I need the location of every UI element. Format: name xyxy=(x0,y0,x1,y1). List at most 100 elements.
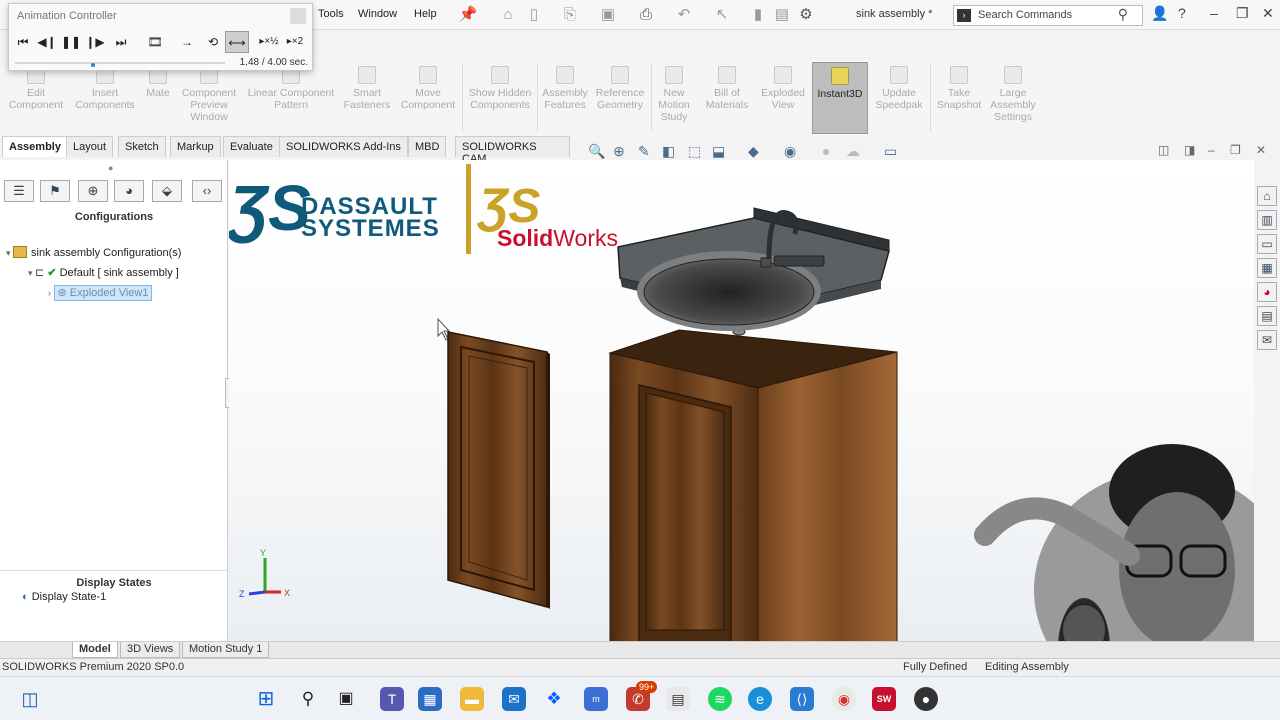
search-icon[interactable]: ⚲ xyxy=(1118,6,1128,23)
help-icon[interactable]: ? xyxy=(1178,5,1186,21)
search-commands-input[interactable]: › Search Commands ⚲ xyxy=(953,5,1143,26)
print-icon[interactable]: ⎙ xyxy=(636,5,656,25)
view-palette-icon[interactable]: ▦ xyxy=(1257,258,1277,278)
animation-timeline-slider[interactable] xyxy=(15,62,225,64)
save-animation-icon[interactable]: 🎞 xyxy=(143,31,167,53)
tree-default-config[interactable]: ▾ ⊏ ✔ Default [ sink assembly ] xyxy=(28,266,179,279)
recorder-icon[interactable]: ● xyxy=(914,687,938,711)
reference-geometry-button[interactable]: Reference Geometry xyxy=(592,66,648,111)
edit-appearance-icon[interactable]: ● xyxy=(822,143,830,159)
menu-help[interactable]: Help xyxy=(414,8,437,20)
viewport-minimize-icon[interactable]: – xyxy=(1208,143,1215,157)
cabinet-door[interactable] xyxy=(447,331,550,609)
rebuild-icon[interactable]: ▮ xyxy=(748,5,768,25)
take-snapshot-button[interactable]: Take Snapshot xyxy=(934,66,984,111)
feature-manager-tab-icon[interactable]: ☰ xyxy=(4,180,34,202)
display-state-item[interactable]: ◐ Display State-1 xyxy=(22,591,106,603)
document-app-icon[interactable]: ▤ xyxy=(666,687,690,711)
previous-view-icon[interactable]: ✎ xyxy=(638,143,650,160)
tab-mbd[interactable]: MBD xyxy=(408,136,447,157)
pin-icon[interactable]: 📌 xyxy=(458,5,478,25)
menu-window[interactable]: Window xyxy=(358,8,397,20)
graphics-area[interactable]: ƷS DASSAULT SYSTEMES ƷS SolidWorks Y X Z xyxy=(229,160,1254,643)
more-tabs-icon[interactable]: ‹› xyxy=(192,180,222,202)
dynamic-annotation-icon[interactable]: ⬚ xyxy=(688,143,701,160)
spotify-icon[interactable]: ≋ xyxy=(708,687,732,711)
menu-tools[interactable]: Tools xyxy=(318,8,344,20)
viewport-nav-right-icon[interactable]: ◨ xyxy=(1184,143,1195,157)
animation-timeline-knob[interactable] xyxy=(90,63,95,67)
view-orientation-icon[interactable]: ⬓ xyxy=(712,143,725,160)
tab-assembly[interactable]: Assembly xyxy=(2,136,68,157)
open-icon[interactable]: ⎘ xyxy=(560,5,580,25)
normal-playback-icon[interactable]: → xyxy=(175,31,199,53)
display-style-icon[interactable]: ◆ xyxy=(748,143,759,160)
search-taskbar-icon[interactable]: ⚲ xyxy=(296,687,320,711)
viewport-restore-icon[interactable]: ❐ xyxy=(1230,143,1241,157)
step-back-icon[interactable]: ◀❙ xyxy=(35,31,59,53)
chrome-icon[interactable]: ◉ xyxy=(832,687,856,711)
solidworks-taskbar-icon[interactable]: SW xyxy=(872,687,896,711)
minimize-icon[interactable]: – xyxy=(1210,5,1218,21)
file-properties-icon[interactable]: ▤ xyxy=(772,5,792,25)
step-forward-icon[interactable]: ❙▶ xyxy=(83,31,107,53)
loop-icon[interactable]: ⟲ xyxy=(201,31,225,53)
mail-icon[interactable]: ✉ xyxy=(502,687,526,711)
new-document-icon[interactable]: ▯ xyxy=(524,5,544,25)
design-library-icon[interactable]: ▥ xyxy=(1257,210,1277,230)
apply-scene-icon[interactable]: ☁ xyxy=(846,143,860,160)
edge-icon[interactable]: e xyxy=(748,687,772,711)
large-assembly-settings-button[interactable]: Large Assembly Settings xyxy=(986,66,1040,123)
assembly-features-button[interactable]: Assembly Features xyxy=(540,66,590,111)
viewport-nav-left-icon[interactable]: ◫ xyxy=(1158,143,1169,157)
widgets-icon[interactable]: ◫ xyxy=(18,687,42,711)
restore-icon[interactable]: ❐ xyxy=(1236,5,1249,22)
vscode-icon[interactable]: ⟨⟩ xyxy=(790,687,814,711)
app-icon[interactable]: m xyxy=(584,687,608,711)
view-settings-icon[interactable]: ▭ xyxy=(884,143,897,160)
tab-solidworks-cam[interactable]: SOLIDWORKS CAM xyxy=(455,136,570,165)
zoom-to-fit-icon[interactable]: 🔍 xyxy=(588,143,605,160)
linear-component-pattern-button[interactable]: Linear Component Pattern xyxy=(244,66,338,111)
reciprocate-icon[interactable]: ⟷ xyxy=(225,31,249,53)
pause-icon[interactable]: ❚❚ xyxy=(59,31,83,53)
edit-component-button[interactable]: Edit Component xyxy=(4,66,68,111)
go-to-start-icon[interactable]: ⏮ xyxy=(11,31,35,53)
dropbox-icon[interactable]: ❖ xyxy=(542,687,566,711)
options-gear-icon[interactable]: ⚙ xyxy=(796,5,816,25)
go-to-end-icon[interactable]: ⏭ xyxy=(109,31,133,53)
instant3d-button[interactable]: Instant3D xyxy=(812,62,868,134)
viewport-close-icon[interactable]: ✕ xyxy=(1256,143,1266,157)
display-manager-tab-icon[interactable]: ◕ xyxy=(114,180,144,202)
user-icon[interactable]: 👤 xyxy=(1151,5,1168,22)
collapse-arrow-icon[interactable]: ▾ xyxy=(28,268,35,278)
tab-evaluate[interactable]: Evaluate xyxy=(223,136,280,157)
task-view-icon[interactable]: ▣ xyxy=(334,687,358,711)
undo-icon[interactable]: ↶ xyxy=(674,5,694,25)
tab-solidworks-add-ins[interactable]: SOLIDWORKS Add-Ins xyxy=(279,136,408,157)
exploded-view-item[interactable]: ⊛ Exploded View1 xyxy=(53,285,153,301)
zoom-area-icon[interactable]: ⊕ xyxy=(613,143,625,160)
file-explorer-taskbar-icon[interactable]: ▬ xyxy=(460,687,484,711)
insert-components-button[interactable]: Insert Components xyxy=(72,66,138,111)
configuration-manager-tab-icon[interactable]: ⊕ xyxy=(78,180,108,202)
tab-motion-study-1[interactable]: Motion Study 1 xyxy=(182,642,270,658)
slow-playback-icon[interactable]: ▸×½ xyxy=(257,31,281,53)
forum-icon[interactable]: ✉ xyxy=(1257,330,1277,350)
animation-controller-window[interactable]: Animation Controller ⏮ ◀❙ ❚❚ ❙▶ ⏭ 🎞 → ⟲ … xyxy=(8,3,313,71)
show-hidden-components-button[interactable]: Show Hidden Components xyxy=(466,66,534,111)
tree-exploded-view[interactable]: › ⊛ Exploded View1 xyxy=(48,285,153,301)
hide-show-items-icon[interactable]: ◉ xyxy=(784,143,796,160)
update-speedpak-button[interactable]: Update Speedpak xyxy=(872,66,926,111)
file-explorer-icon[interactable]: ▭ xyxy=(1257,234,1277,254)
fast-playback-icon[interactable]: ▸×2 xyxy=(283,31,307,53)
tab-3d-views[interactable]: 3D Views xyxy=(120,642,181,658)
bill-of-materials-button[interactable]: Bill of Materials xyxy=(700,66,754,111)
start-windows-icon[interactable]: ⊞ xyxy=(254,687,278,711)
appearances-icon[interactable]: ◕ xyxy=(1257,282,1277,302)
move-component-button[interactable]: Move Component xyxy=(398,66,458,111)
smart-fasteners-button[interactable]: Smart Fasteners xyxy=(340,66,394,111)
store-icon[interactable]: ▦ xyxy=(418,687,442,711)
close-icon[interactable]: ✕ xyxy=(1262,5,1274,22)
solidworks-resources-icon[interactable]: ⌂ xyxy=(1257,186,1277,206)
